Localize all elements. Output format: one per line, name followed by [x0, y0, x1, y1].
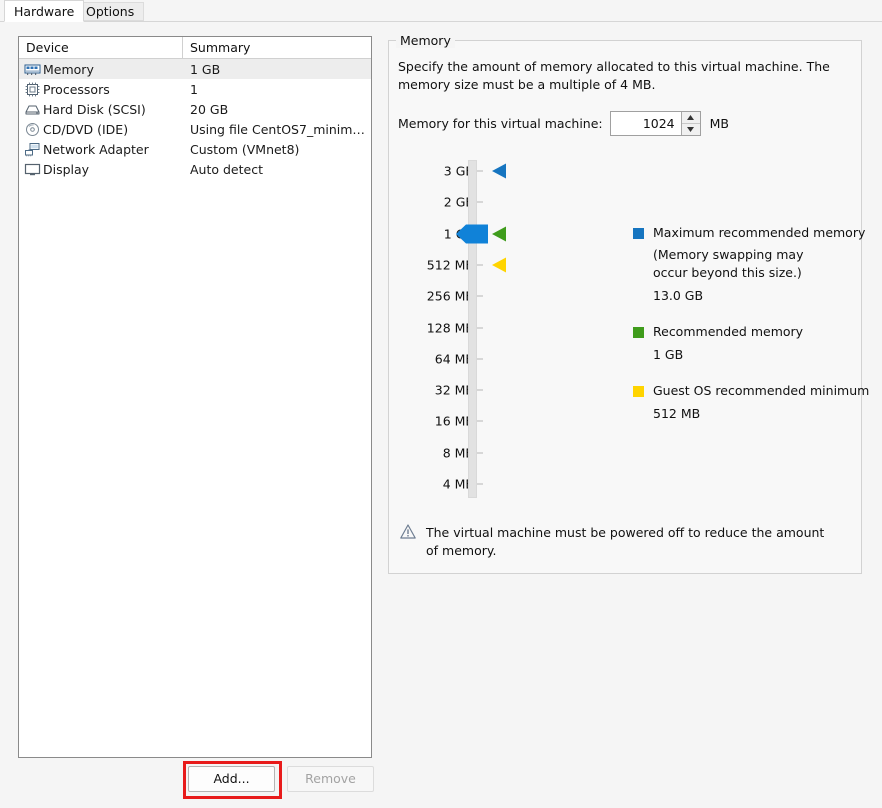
warning-icon [400, 524, 416, 560]
scale-label-512-mb: 512 MB [426, 257, 474, 273]
scale-tick [476, 201, 483, 203]
hard-disk-icon [24, 102, 41, 117]
memory-slider-thumb[interactable] [456, 224, 488, 244]
memory-input[interactable] [610, 112, 681, 135]
device-actions: Add... Remove [188, 766, 378, 794]
device-summary-cell: Custom (VMnet8) [190, 141, 300, 157]
device-name-cell: CD/DVD (IDE) [19, 122, 183, 137]
device-name-cell: Memory [19, 62, 183, 77]
device-row-memory[interactable]: Memory 1 GB [19, 59, 371, 79]
legend-subtext-line2: occur beyond this size.) [653, 265, 802, 280]
scale-tick [476, 483, 483, 485]
legend-swatch [633, 386, 644, 397]
spinner-down-icon[interactable] [682, 124, 700, 135]
memory-slider-track[interactable] [468, 160, 477, 498]
device-row-network-adapter[interactable]: Network Adapter Custom (VMnet8) [19, 139, 371, 159]
processor-icon [24, 82, 41, 97]
legend-subtext-line1: (Memory swapping may [653, 247, 804, 262]
device-row-cd-dvd-ide[interactable]: CD/DVD (IDE) Using file CentOS7_minimal-.… [19, 119, 371, 139]
tab-strip: Hardware Options [0, 0, 882, 22]
legend-item-2: Guest OS recommended minimum 512 MB [633, 382, 870, 423]
legend-value: 512 MB [653, 406, 701, 421]
remove-button: Remove [287, 766, 374, 792]
device-list[interactable]: Device Summary Memory 1 GB Processors 1 Hard… [18, 36, 372, 758]
tab-options-label: Options [86, 4, 135, 19]
device-label: Display [43, 161, 90, 177]
legend-swatch [633, 327, 644, 338]
memory-legend: Maximum recommended memory (Memory swappi… [633, 224, 870, 441]
device-label: CD/DVD (IDE) [43, 121, 129, 137]
memory-group-title: Memory [396, 33, 455, 48]
device-label: Network Adapter [43, 141, 149, 157]
device-name-cell: Processors [19, 82, 183, 97]
warning-text: The virtual machine must be powered off … [426, 525, 825, 558]
cd-dvd-icon [24, 122, 41, 137]
legend-title: Guest OS recommended minimum [653, 383, 870, 398]
device-label: Memory [43, 61, 94, 77]
device-list-body: Memory 1 GB Processors 1 Hard Disk (SCSI) 20 … [19, 59, 371, 179]
scale-label-256-mb: 256 MB [426, 288, 474, 304]
tab-hardware[interactable]: Hardware [4, 0, 85, 22]
device-summary-cell: 1 [190, 81, 198, 97]
scale-tick [476, 170, 483, 172]
column-header-summary[interactable]: Summary [183, 37, 371, 58]
legend-swatch [633, 228, 644, 239]
memory-field-row: Memory for this virtual machine: MB [398, 111, 729, 136]
device-row-hard-disk-scsi[interactable]: Hard Disk (SCSI) 20 GB [19, 99, 371, 119]
legend-value: 13.0 GB [653, 288, 704, 303]
memory-description: Specify the amount of memory allocated t… [398, 59, 830, 92]
scale-label-128-mb: 128 MB [426, 320, 474, 335]
device-name-cell: Display [19, 162, 183, 177]
network-adapter-icon [24, 142, 41, 157]
device-summary-cell: 20 GB [190, 101, 229, 117]
scale-tick [476, 358, 483, 360]
device-row-processors[interactable]: Processors 1 [19, 79, 371, 99]
legend-title: Maximum recommended memory [653, 225, 866, 240]
legend-value: 1 GB [653, 347, 684, 362]
recommended-marker [492, 226, 506, 242]
guest-minimum-marker [492, 257, 506, 273]
device-summary-cell: 1 GB [190, 61, 221, 77]
tab-options[interactable]: Options [76, 2, 145, 21]
memory-field-label: Memory for this virtual machine: [398, 116, 603, 131]
scale-tick [476, 295, 483, 297]
memory-spinner-buttons [680, 112, 700, 135]
memory-warning: The virtual machine must be powered off … [400, 524, 840, 560]
scale-tick [476, 420, 483, 422]
memory-icon [24, 62, 41, 77]
device-name-cell: Hard Disk (SCSI) [19, 102, 183, 117]
scale-tick [476, 389, 483, 391]
legend-item-1: Recommended memory 1 GB [633, 323, 858, 364]
legend-item-0: Maximum recommended memory (Memory swappi… [633, 224, 866, 305]
legend-title: Recommended memory [653, 324, 804, 339]
device-summary-cell: Using file CentOS7_minimal-... [190, 121, 371, 137]
memory-scale: 3 GB2 GB1 GB512 MB256 MB128 MB64 MB32 MB… [398, 158, 518, 503]
device-row-display[interactable]: Display Auto detect [19, 159, 371, 179]
memory-spinner[interactable] [609, 111, 701, 136]
maximum-recommended-marker [492, 163, 506, 179]
device-name-cell: Network Adapter [19, 142, 183, 157]
scale-tick [476, 264, 483, 266]
device-list-header: Device Summary [19, 37, 371, 59]
scale-tick [476, 327, 483, 328]
device-label: Processors [43, 81, 110, 97]
spinner-up-icon[interactable] [681, 112, 700, 124]
device-summary-cell: Auto detect [190, 161, 263, 177]
scale-tick [476, 452, 483, 454]
device-label: Hard Disk (SCSI) [43, 101, 146, 117]
add-button[interactable]: Add... [188, 766, 275, 792]
memory-unit-label: MB [709, 116, 729, 131]
display-icon [24, 162, 41, 177]
tab-hardware-label: Hardware [14, 4, 75, 19]
column-header-device[interactable]: Device [19, 37, 183, 58]
